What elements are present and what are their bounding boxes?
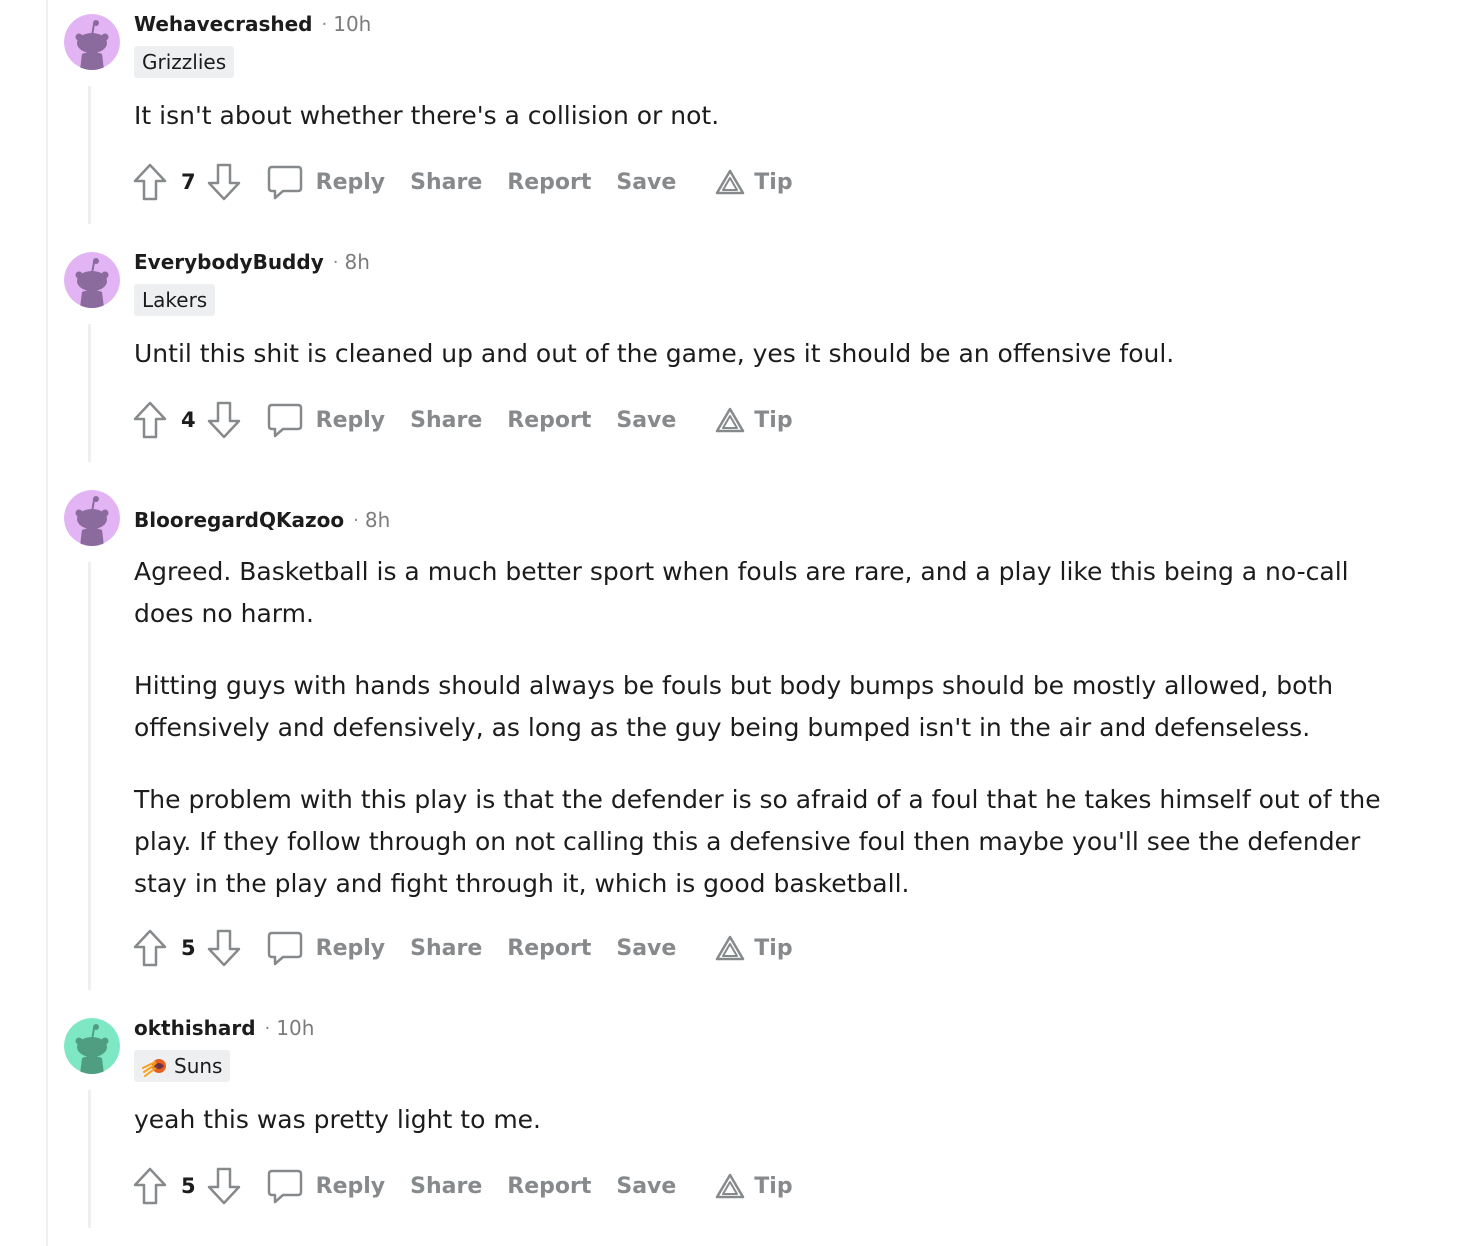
tip-triangle-icon bbox=[716, 169, 745, 195]
separator-dot: · bbox=[264, 1017, 271, 1039]
collapse-thread-line[interactable] bbox=[88, 324, 91, 462]
user-flair: Suns bbox=[134, 1050, 231, 1082]
username[interactable]: EverybodyBuddy bbox=[134, 250, 324, 274]
reply-label: Reply bbox=[315, 935, 386, 961]
collapse-thread-line[interactable] bbox=[88, 562, 91, 990]
tip-label: Tip bbox=[754, 1173, 793, 1199]
comment-actions: 5 Reply Share Report Save Tip bbox=[132, 1165, 818, 1207]
snoo-avatar-icon bbox=[64, 14, 120, 70]
timestamp[interactable]: 10h bbox=[276, 1016, 314, 1040]
tip-button[interactable]: Tip bbox=[714, 406, 793, 434]
snoo-avatar-icon bbox=[64, 1018, 120, 1074]
comment-actions: 7 Reply Share Report Save Tip bbox=[132, 161, 818, 203]
avatar[interactable] bbox=[64, 14, 120, 70]
reply-button[interactable]: Reply bbox=[266, 930, 386, 966]
comment-body: Until this shit is cleaned up and out of… bbox=[134, 333, 1404, 375]
username[interactable]: okthishard bbox=[134, 1016, 256, 1040]
downvote-icon[interactable] bbox=[206, 162, 242, 202]
report-button[interactable]: Report bbox=[507, 170, 591, 195]
comment-thread: Wehavecrashed · 10h Grizzlies It isn't a… bbox=[0, 0, 1476, 1246]
reply-button[interactable]: Reply bbox=[266, 402, 386, 438]
share-button[interactable]: Share bbox=[410, 936, 482, 961]
vote-score: 5 bbox=[181, 1174, 196, 1198]
tip-label: Tip bbox=[754, 169, 793, 195]
parent-thread-line[interactable] bbox=[46, 0, 48, 1246]
upvote-icon[interactable] bbox=[132, 1166, 168, 1206]
chat-bubble-icon bbox=[267, 931, 302, 966]
comment-meta: okthishard · 10h bbox=[134, 1014, 314, 1042]
tip-triangle-icon bbox=[716, 1173, 745, 1199]
user-flair: Lakers bbox=[134, 284, 216, 316]
username[interactable]: BlooregardQKazoo bbox=[134, 508, 344, 532]
timestamp[interactable]: 10h bbox=[333, 12, 371, 36]
share-button[interactable]: Share bbox=[410, 408, 482, 433]
comment-actions: 5 Reply Share Report Save Tip bbox=[132, 927, 818, 969]
share-button[interactable]: Share bbox=[410, 170, 482, 195]
avatar[interactable] bbox=[64, 252, 120, 308]
reply-label: Reply bbox=[315, 1173, 386, 1199]
tip-label: Tip bbox=[754, 935, 793, 961]
timestamp[interactable]: 8h bbox=[365, 508, 390, 532]
tip-triangle-icon bbox=[716, 407, 745, 433]
flair-text: Grizzlies bbox=[142, 50, 227, 74]
comment-paragraph: The problem with this play is that the d… bbox=[134, 785, 1381, 898]
save-button[interactable]: Save bbox=[616, 170, 676, 195]
comment-meta: EverybodyBuddy · 8h bbox=[134, 248, 370, 276]
downvote-icon[interactable] bbox=[206, 400, 242, 440]
downvote-icon[interactable] bbox=[206, 928, 242, 968]
tip-triangle-icon bbox=[716, 935, 745, 961]
separator-dot: · bbox=[353, 509, 359, 531]
tip-button[interactable]: Tip bbox=[714, 1172, 793, 1200]
separator-dot: · bbox=[321, 13, 328, 35]
chat-bubble-icon bbox=[267, 165, 302, 200]
username[interactable]: Wehavecrashed bbox=[134, 12, 313, 36]
comment-actions: 4 Reply Share Report Save Tip bbox=[132, 399, 818, 441]
suns-logo-icon bbox=[142, 1059, 166, 1077]
snoo-avatar-icon bbox=[64, 252, 120, 308]
comment-body: It isn't about whether there's a collisi… bbox=[134, 95, 1404, 137]
comment-paragraph: Hitting guys with hands should always be… bbox=[134, 671, 1334, 742]
report-button[interactable]: Report bbox=[507, 1174, 591, 1199]
upvote-icon[interactable] bbox=[132, 928, 168, 968]
report-button[interactable]: Report bbox=[507, 408, 591, 433]
avatar[interactable] bbox=[64, 1018, 120, 1074]
save-button[interactable]: Save bbox=[616, 408, 676, 433]
upvote-icon[interactable] bbox=[132, 162, 168, 202]
reply-button[interactable]: Reply bbox=[266, 164, 386, 200]
user-flair: Grizzlies bbox=[134, 46, 235, 78]
vote-score: 5 bbox=[181, 936, 196, 960]
downvote-icon[interactable] bbox=[206, 1166, 242, 1206]
timestamp[interactable]: 8h bbox=[344, 250, 369, 274]
comment-meta: BlooregardQKazoo · 8h bbox=[134, 506, 390, 534]
comment-body: Agreed. Basketball is a much better spor… bbox=[134, 551, 1404, 905]
vote-score: 4 bbox=[181, 408, 196, 432]
flair-text: Lakers bbox=[142, 288, 208, 312]
avatar[interactable] bbox=[64, 490, 120, 546]
comment-paragraph: It isn't about whether there's a collisi… bbox=[134, 101, 720, 130]
save-button[interactable]: Save bbox=[616, 1174, 676, 1199]
flair-text: Suns bbox=[174, 1054, 223, 1078]
comment-paragraph: yeah this was pretty light to me. bbox=[134, 1105, 541, 1134]
comment-paragraph: Until this shit is cleaned up and out of… bbox=[134, 339, 1175, 368]
reply-label: Reply bbox=[315, 169, 386, 195]
tip-button[interactable]: Tip bbox=[714, 934, 793, 962]
vote-score: 7 bbox=[181, 170, 196, 194]
reply-button[interactable]: Reply bbox=[266, 1168, 386, 1204]
collapse-thread-line[interactable] bbox=[88, 1090, 91, 1228]
reply-label: Reply bbox=[315, 407, 386, 433]
chat-bubble-icon bbox=[267, 1169, 302, 1204]
share-button[interactable]: Share bbox=[410, 1174, 482, 1199]
separator-dot: · bbox=[332, 251, 339, 273]
tip-label: Tip bbox=[754, 407, 793, 433]
comment-paragraph: Agreed. Basketball is a much better spor… bbox=[134, 557, 1349, 628]
save-button[interactable]: Save bbox=[616, 936, 676, 961]
comment-body: yeah this was pretty light to me. bbox=[134, 1099, 1404, 1141]
snoo-avatar-icon bbox=[64, 490, 120, 546]
upvote-icon[interactable] bbox=[132, 400, 168, 440]
comment-meta: Wehavecrashed · 10h bbox=[134, 10, 371, 38]
report-button[interactable]: Report bbox=[507, 936, 591, 961]
chat-bubble-icon bbox=[267, 403, 302, 438]
collapse-thread-line[interactable] bbox=[88, 86, 91, 224]
tip-button[interactable]: Tip bbox=[714, 168, 793, 196]
